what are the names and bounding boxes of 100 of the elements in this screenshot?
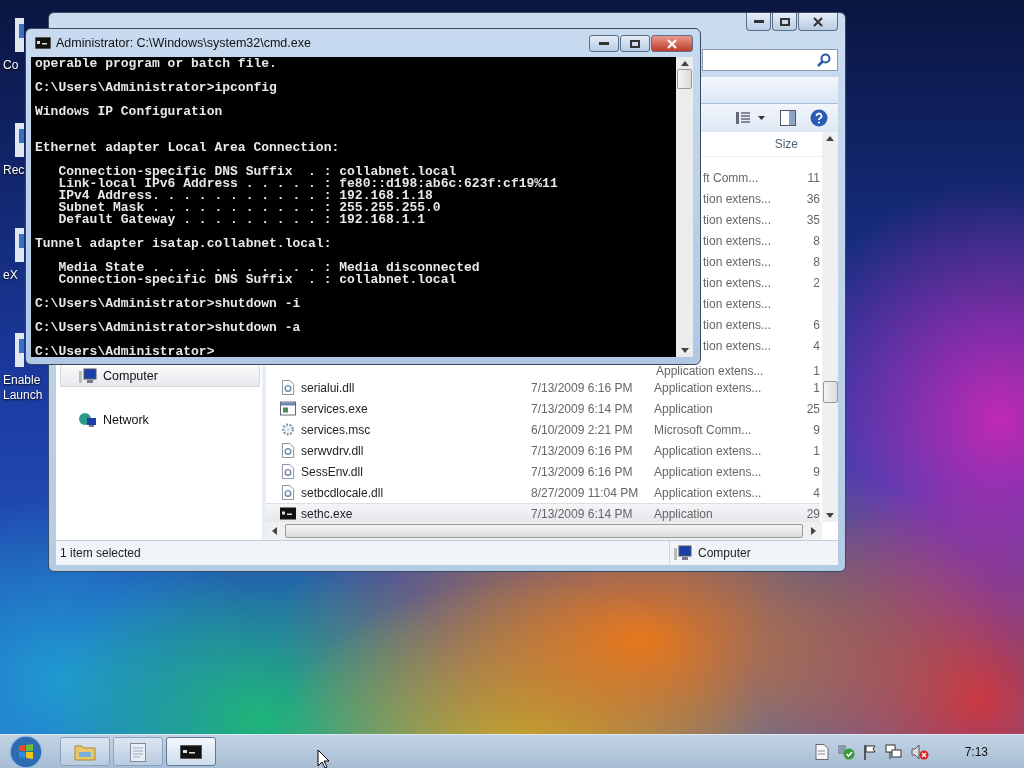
file-size: 9 (813, 422, 820, 437)
file-date: 7/13/2009 6:14 PM (531, 401, 633, 416)
file-row[interactable]: sethc.exe 7/13/2009 6:14 PM Application 29 (266, 503, 820, 524)
file-row[interactable]: tion extens... (703, 293, 820, 314)
file-row[interactable]: ft Comm... 11 (703, 167, 820, 188)
file-size: 9 (813, 464, 820, 479)
scroll-up-icon (826, 136, 834, 141)
close-button[interactable] (651, 35, 693, 52)
flag-icon[interactable] (862, 743, 877, 760)
file-size: 29 (806, 506, 820, 521)
taskbar-button[interactable] (166, 737, 216, 766)
file-row[interactable]: setbcdlocale.dll 8/27/2009 11:04 PM Application extens... 4 (266, 482, 820, 503)
scroll-thumb[interactable] (285, 524, 803, 538)
file-row[interactable]: tion extens... 8 (703, 230, 820, 251)
window-title: Administrator: C:\Windows\system32\cmd.exe (56, 36, 311, 50)
speaker-muted-icon[interactable] (910, 743, 929, 760)
file-size: 25 (806, 401, 820, 416)
maximize-icon (779, 17, 790, 26)
scroll-thumb[interactable] (822, 381, 838, 403)
vertical-scrollbar[interactable] (822, 132, 838, 522)
console-icon (35, 37, 51, 49)
file-row[interactable]: tion extens... 4 (703, 335, 820, 356)
file-row[interactable]: Application extens... 1 (656, 366, 820, 377)
check-badge-icon[interactable] (836, 743, 855, 760)
file-name: services.msc (301, 422, 371, 437)
scroll-thumb[interactable] (677, 69, 692, 89)
file-name: serwvdrv.dll (301, 443, 364, 458)
close-icon (813, 16, 823, 27)
nav-item[interactable]: Network (60, 408, 260, 431)
file-name: serialui.dll (301, 380, 355, 395)
file-size: 1 (813, 443, 820, 458)
file-row[interactable]: tion extens... 6 (703, 314, 820, 335)
scroll-left-icon (272, 527, 277, 535)
gear-icon (280, 422, 296, 437)
maximize-button[interactable] (620, 35, 650, 52)
desktop-icon-label: Rec (3, 163, 25, 178)
file-gear-icon (280, 485, 296, 500)
file-type: tion extens... (703, 191, 772, 206)
clock[interactable]: 7:13 (964, 744, 988, 759)
computer-icon (79, 367, 97, 384)
file-type: tion extens... (703, 233, 772, 248)
minimize-button[interactable] (746, 13, 771, 31)
status-zone: Computer (698, 546, 751, 560)
file-date: 7/13/2009 6:16 PM (531, 464, 633, 479)
file-type: tion extens... (703, 212, 772, 227)
start-button[interactable] (9, 734, 43, 768)
close-button[interactable] (798, 13, 838, 31)
vertical-scrollbar[interactable] (676, 57, 693, 357)
file-row[interactable]: tion extens... 8 (703, 251, 820, 272)
file-size: 2 (813, 275, 820, 290)
file-row[interactable]: tion extens... 35 (703, 209, 820, 230)
nav-item[interactable]: Computer (60, 364, 260, 387)
horizontal-scrollbar[interactable] (266, 522, 822, 540)
file-row[interactable]: SessEnv.dll 7/13/2009 6:16 PM Application extens... 9 (266, 461, 820, 482)
console-output: operable program or batch file. C:\Users\Administrator>ipconfig Windows IP Configuration Ethernet adapter Local Area Connection: Connection-specific DNS Suffix . : collabnet.local Link-local IPv6 Address . . . . . : fe80::d198:ab6c:623f:cf19%11 IPv4 Address. . . . . . . . . . . : 192.168.1.18 Subnet Mask . . . . . . . . . . . : 255.255.255.0 Default Gateway . . . . . . . . . : 192.168.1.1 Tunnel adapter isatap.collabnet.local: Media State . . . . . . . . . . . : Media disconnected Connection-specific DNS Suffix . : collabnet.local C:\Users\Administrator>shutdown -i C:\Users\Administrator>shutdown -a C:\Users\Administrator> (31, 57, 676, 357)
file-type: Application extens... (654, 443, 762, 458)
help-icon (810, 109, 828, 127)
close-icon (667, 38, 677, 49)
file-date: 8/27/2009 11:04 PM (531, 485, 639, 500)
file-row[interactable]: tion extens... 36 (703, 188, 820, 209)
views-button[interactable] (736, 111, 766, 125)
file-size: 36 (806, 191, 820, 206)
file-date: 7/13/2009 6:16 PM (531, 380, 633, 395)
file-gear-icon (280, 443, 296, 458)
desktop-icon-label: Launch (3, 388, 43, 403)
console-icon (180, 744, 202, 759)
scroll-down-icon (680, 348, 689, 353)
file-gear-icon (280, 380, 296, 395)
file-row[interactable]: serialui.dll 7/13/2009 6:16 PM Application extens... 1 (266, 377, 820, 398)
file-size: 35 (806, 212, 820, 227)
file-type: Application extens... (654, 464, 762, 479)
console-icon (280, 506, 296, 521)
file-type: Application (654, 401, 713, 416)
document-icon[interactable] (814, 743, 829, 760)
file-type: ft Comm... (703, 170, 759, 185)
file-type: Microsoft Comm... (654, 422, 752, 437)
column-header-label[interactable]: Size (774, 137, 798, 151)
minimize-button[interactable] (589, 35, 619, 52)
network-icon (79, 411, 97, 428)
maximize-button[interactable] (772, 13, 797, 31)
file-row[interactable]: serwvdrv.dll 7/13/2009 6:16 PM Application extens... 1 (266, 440, 820, 461)
file-name: services.exe (301, 401, 368, 416)
file-type: tion extens... (703, 275, 772, 290)
help-button[interactable] (810, 109, 828, 127)
file-size: 1 (813, 364, 820, 378)
desktop-icon-label: Enable (3, 373, 41, 388)
file-date: 6/10/2009 2:21 PM (531, 422, 633, 437)
scroll-down-icon (826, 513, 834, 518)
file-row[interactable]: services.msc 6/10/2009 2:21 PM Microsoft Comm... 9 (266, 419, 820, 440)
window-icon (280, 401, 296, 416)
preview-pane-button[interactable] (780, 110, 796, 126)
desktop-icon-label: eX (3, 268, 18, 283)
search-field[interactable] (702, 49, 838, 71)
file-size: 8 (813, 254, 820, 269)
network-icon[interactable] (884, 743, 903, 760)
file-size: 4 (813, 338, 820, 353)
minimize-icon (599, 41, 609, 46)
file-row[interactable]: tion extens... 2 (703, 272, 820, 293)
file-row[interactable]: services.exe 7/13/2009 6:14 PM Application 25 (266, 398, 820, 419)
file-type: tion extens... (703, 317, 772, 332)
